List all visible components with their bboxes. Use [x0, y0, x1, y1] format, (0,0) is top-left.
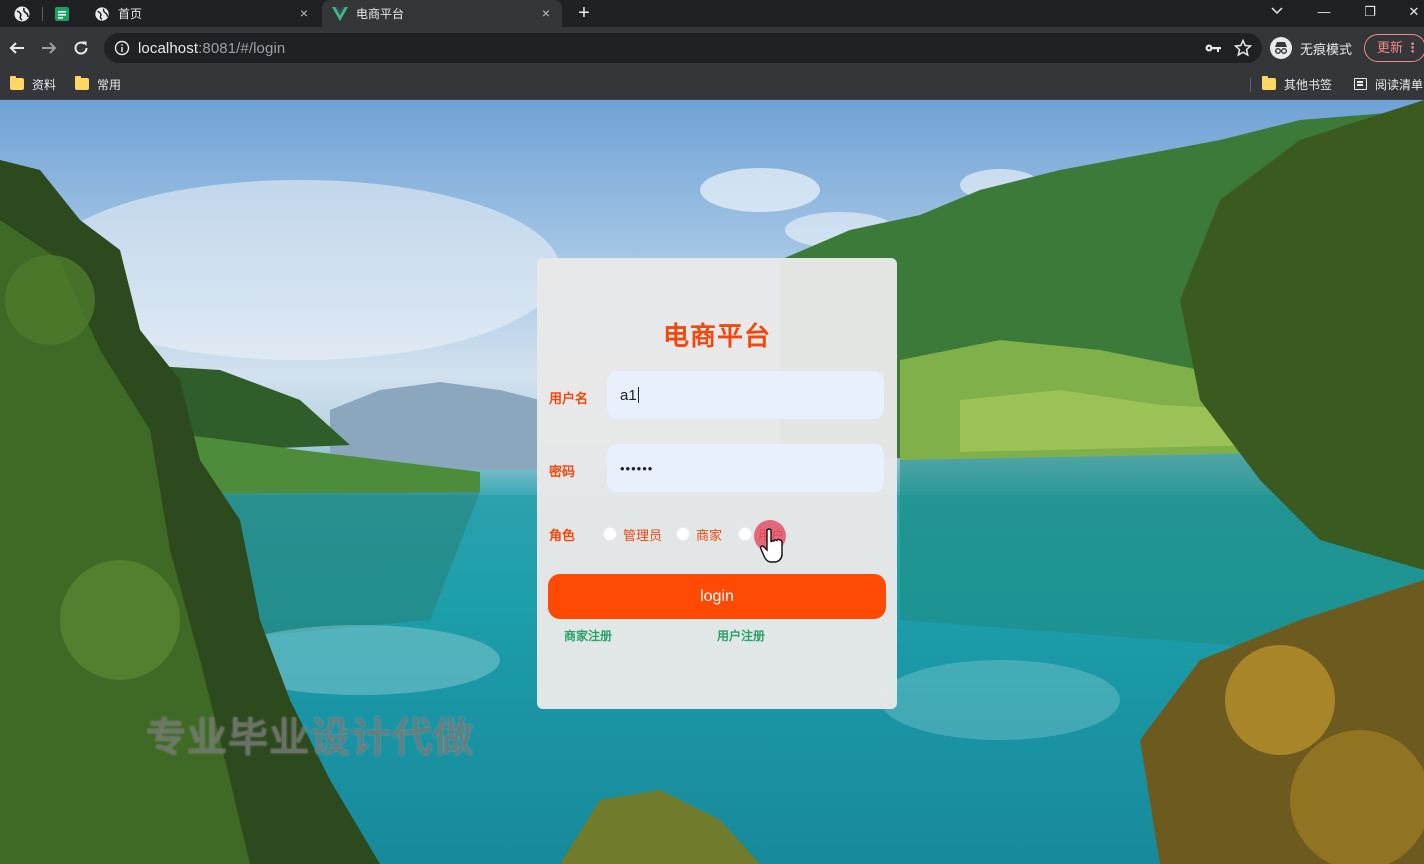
update-label: 更新 [1377, 40, 1404, 55]
bookmark-folder[interactable]: 资料 [10, 75, 56, 93]
text-caret [637, 387, 639, 403]
reading-list-label: 阅读清单 [1375, 77, 1424, 92]
bookmark-label: 资料 [32, 77, 57, 92]
browser-toolbar: localhost:8081/#/login 无痕模式 更新 ⋮ [0, 27, 1424, 69]
role-radio-user[interactable] [738, 527, 753, 541]
minimize-button[interactable]: — [1312, 2, 1336, 22]
arrow-left-icon [9, 42, 24, 54]
url-host: localhost [138, 40, 199, 57]
tab-close-icon[interactable]: × [538, 5, 554, 21]
merchant-register-link[interactable]: 商家注册 [564, 627, 612, 644]
password-input[interactable]: •••••• [607, 444, 884, 492]
info-icon[interactable] [114, 40, 130, 56]
browser-tabstrip: 首页 × 电商平台 × + — ❐ ✕ [0, 0, 1424, 27]
password-label: 密码 [549, 464, 576, 479]
reload-icon [74, 41, 88, 55]
login-button[interactable]: login [548, 574, 886, 619]
reading-list[interactable]: 阅读清单 [1354, 75, 1423, 93]
user-register-link[interactable]: 用户注册 [717, 627, 765, 644]
role-radio-admin[interactable] [603, 527, 618, 541]
restore-button[interactable]: ❐ [1358, 2, 1382, 22]
password-value: •••••• [620, 460, 654, 476]
folder-icon [10, 76, 24, 90]
new-tab-button[interactable]: + [574, 3, 594, 23]
url-path: :8081/#/login [198, 40, 286, 57]
role-label-merchant[interactable]: 商家 [696, 525, 722, 544]
globe-icon [94, 6, 110, 22]
bookmarks-bar: 资料 常用 其他书签 阅读清单 [0, 69, 1424, 100]
tab-title: 电商平台 [356, 7, 405, 21]
reading-list-icon [1354, 78, 1367, 90]
login-page-background: 专业毕业设计代做 电商平台 用户名 a1 密码 •••••• 角色 管理员 商家… [0, 100, 1424, 864]
role-label-admin[interactable]: 管理员 [623, 525, 662, 544]
other-bookmarks-label: 其他书签 [1284, 77, 1333, 92]
tab-title: 首页 [118, 7, 143, 21]
hand-cursor-icon [760, 528, 783, 563]
folder-icon [1262, 76, 1276, 90]
incognito-label: 无痕模式 [1300, 41, 1353, 57]
spreadsheet-icon [55, 7, 69, 21]
reload-button[interactable] [71, 38, 91, 58]
folder-icon [75, 76, 89, 90]
url-text: localhost:8081/#/login [138, 40, 285, 57]
username-input[interactable]: a1 [607, 371, 884, 419]
vue-logo-icon [332, 6, 348, 22]
username-label: 用户名 [549, 391, 589, 406]
other-bookmarks[interactable]: 其他书签 [1262, 75, 1332, 93]
bookmark-label: 常用 [97, 77, 122, 92]
forward-button[interactable] [39, 38, 59, 58]
tab-search-icon[interactable] [1265, 2, 1289, 22]
login-title: 电商平台 [662, 321, 771, 351]
login-card: 电商平台 用户名 a1 密码 •••••• 角色 管理员 商家 用户 login… [537, 258, 897, 709]
globe-icon [14, 6, 30, 22]
pinned-tab-globe[interactable] [12, 4, 32, 24]
role-label: 角色 [549, 527, 576, 543]
watermark-text: 专业毕业设计代做 [146, 716, 474, 760]
back-button[interactable] [7, 38, 27, 58]
role-radio-merchant[interactable] [676, 527, 691, 541]
tab-home[interactable]: 首页 × [84, 0, 320, 27]
menu-dots-icon[interactable]: ⋮ [1406, 35, 1419, 61]
username-value: a1 [620, 386, 637, 404]
tab-close-icon[interactable]: × [296, 5, 312, 21]
incognito-icon [1270, 37, 1292, 59]
key-icon[interactable] [1204, 40, 1222, 56]
close-window-button[interactable]: ✕ [1402, 2, 1424, 22]
arrow-right-icon [42, 42, 57, 54]
incognito-indicator[interactable]: 无痕模式 [1270, 35, 1352, 61]
address-bar[interactable]: localhost:8081/#/login [104, 33, 1262, 63]
tab-ecommerce[interactable]: 电商平台 × [322, 0, 562, 27]
bookmark-folder[interactable]: 常用 [75, 75, 121, 93]
update-button[interactable]: 更新 ⋮ [1364, 34, 1424, 62]
pinned-tab-sheets[interactable] [52, 4, 72, 24]
star-icon[interactable] [1234, 39, 1252, 57]
